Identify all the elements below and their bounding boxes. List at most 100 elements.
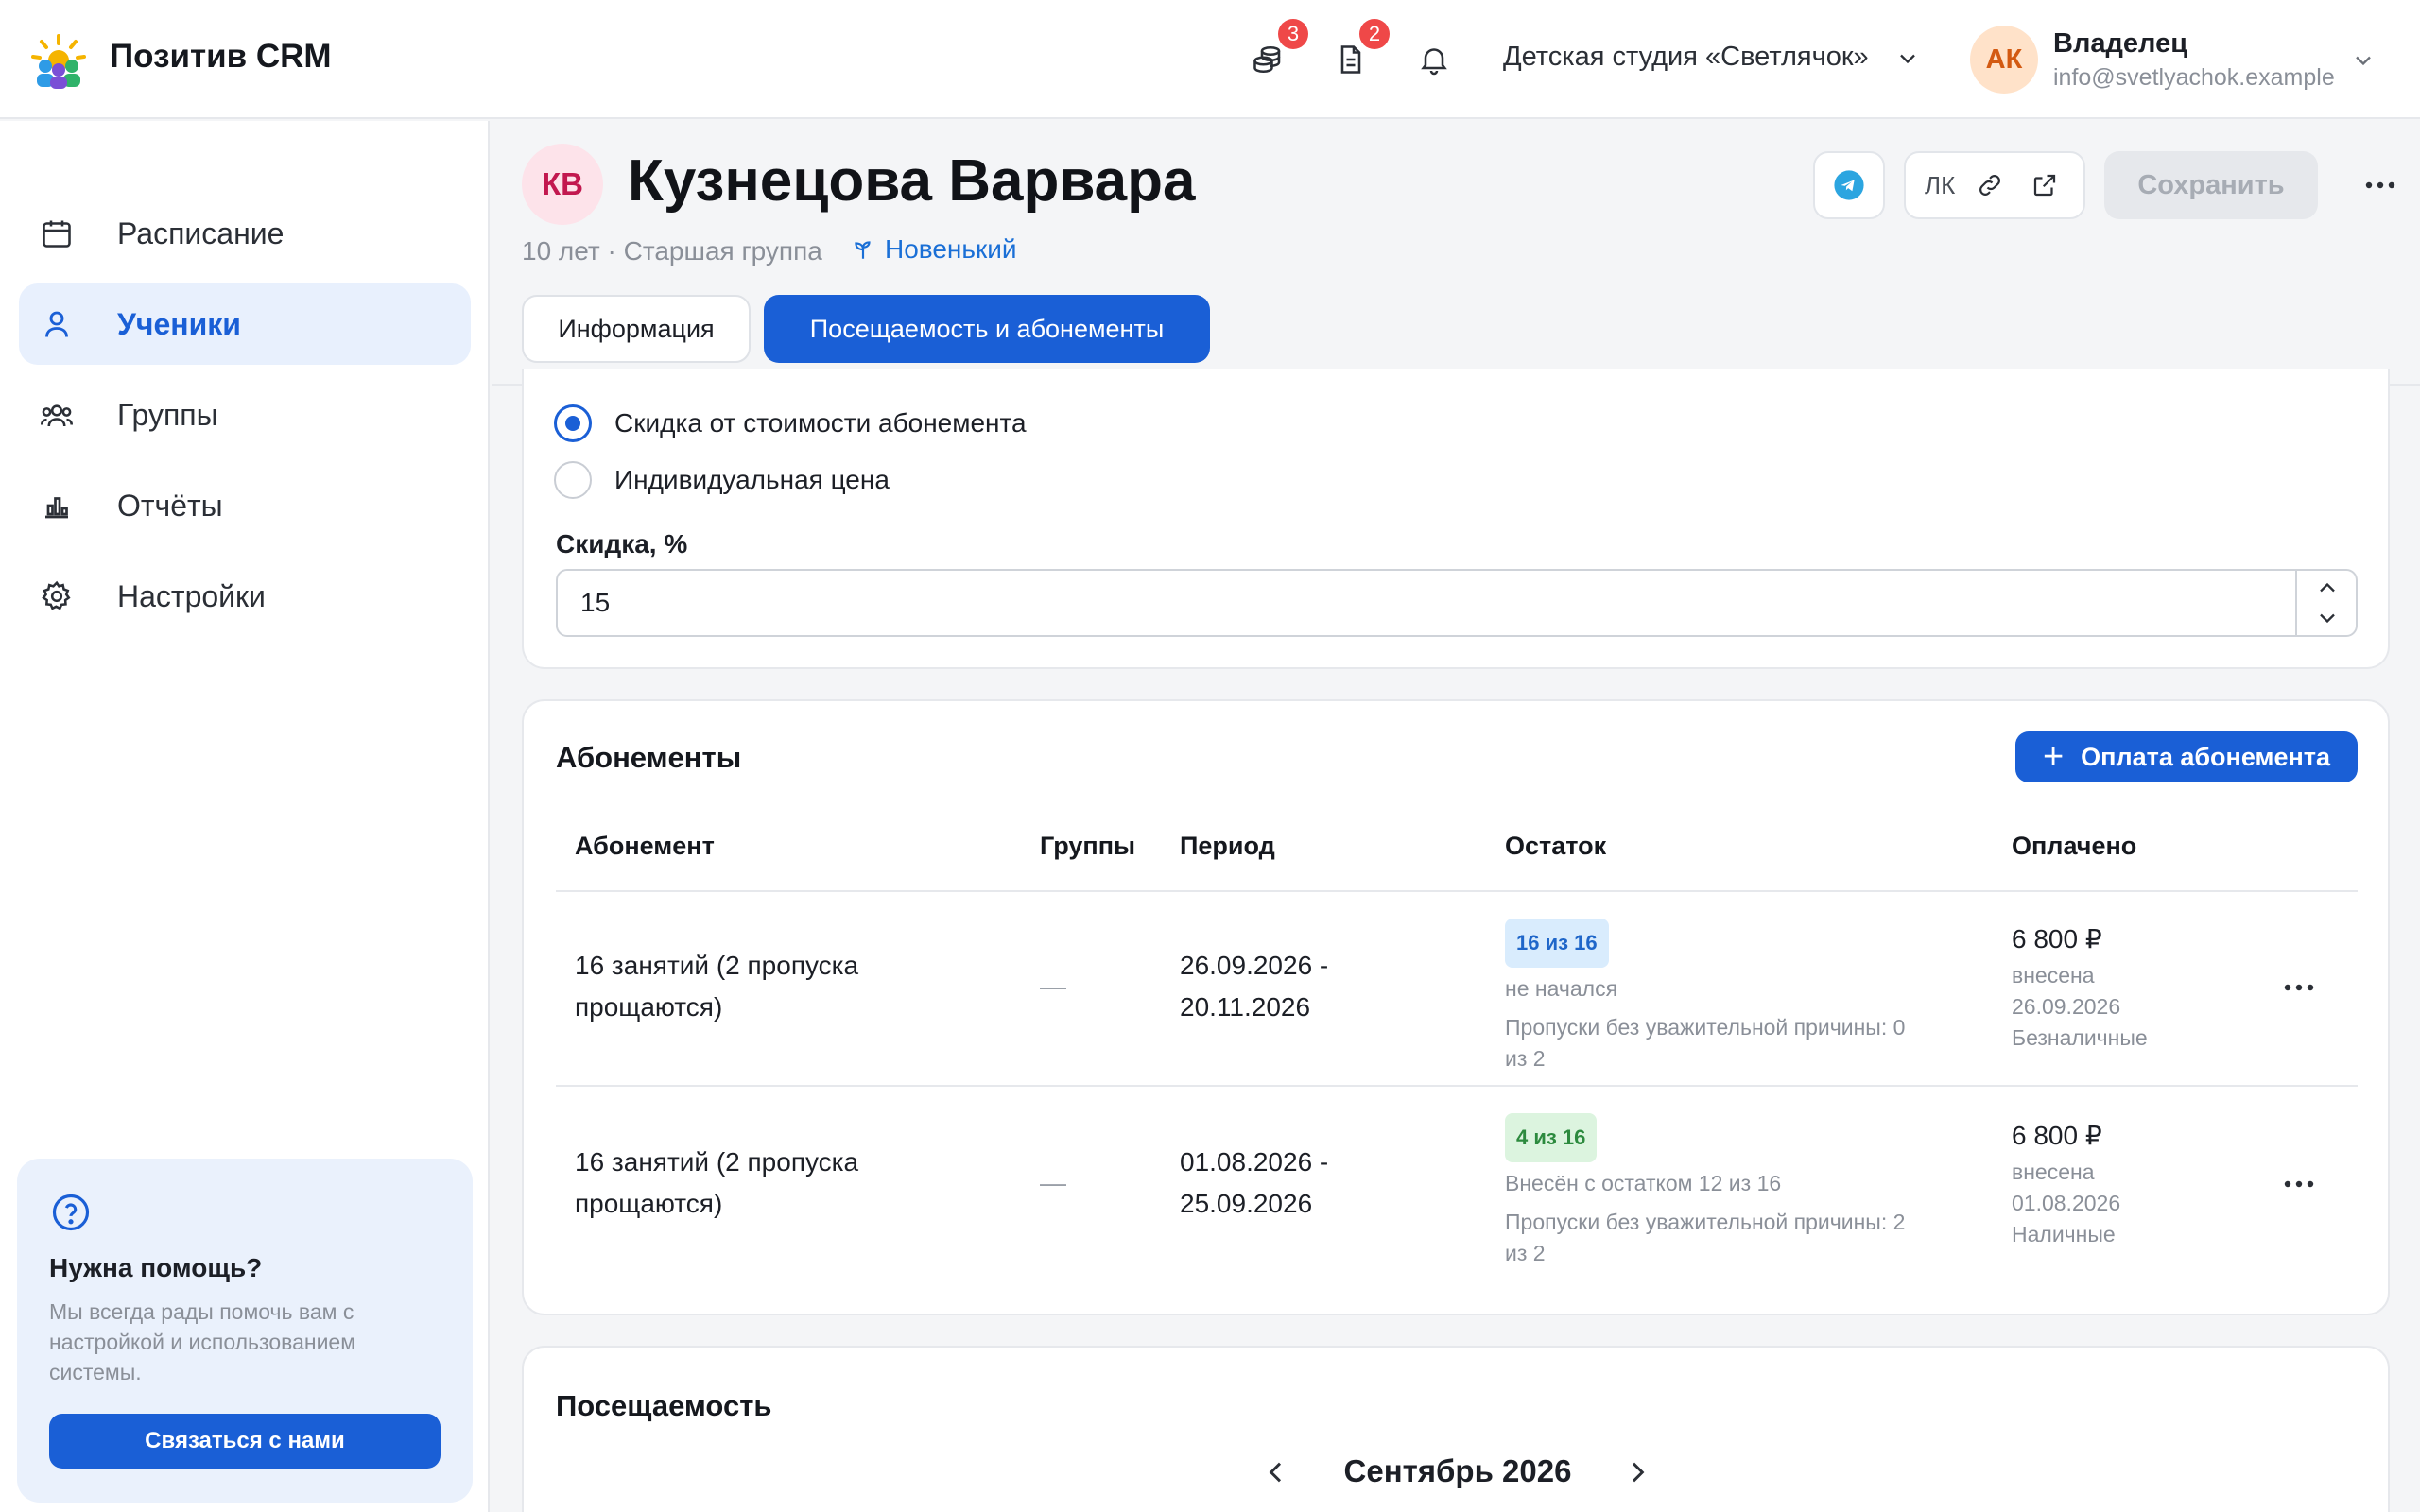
page-title: Кузнецова Варвара (628, 148, 1196, 214)
top-bar: Позитив CRM 3 2 Детская студия «Светлячо… (0, 0, 2420, 119)
attendance-title: Посещаемость (556, 1389, 772, 1422)
help-text: Мы всегда рады помочь вам с настройкой и… (49, 1299, 356, 1384)
brand-name: Позитив CRM (110, 38, 332, 75)
chart-icon (38, 487, 76, 524)
student-tag-label: Новенький (885, 234, 1017, 264)
documents-badge: 2 (1359, 19, 1390, 49)
subscription-groups: — (1040, 971, 1066, 1001)
logo-icon[interactable] (28, 32, 89, 89)
sidebar-item-students[interactable]: Ученики (19, 284, 471, 365)
notifications-button[interactable] (1414, 40, 1454, 79)
help-title: Нужна помощь? (49, 1253, 263, 1282)
sidebar-item-schedule[interactable]: Расписание (19, 193, 471, 274)
pay-subscription-label: Оплата абонемента (2081, 742, 2331, 771)
subscription-paid: 6 800 ₽ внесена 26.09.2026 Безналичные (2012, 919, 2148, 1054)
column-header: Оплачено (2012, 832, 2137, 860)
skips-info: Пропуски без уважительной причины: 0 из … (1505, 1015, 1906, 1071)
column-header: Группы (1040, 832, 1136, 860)
remaining-status: Внесён с остатком 12 из 16 (1505, 1171, 1782, 1195)
plus-icon: + (2042, 737, 2065, 777)
document-icon (1340, 45, 1361, 74)
chevron-up-icon[interactable] (2314, 575, 2341, 601)
column-header: Период (1180, 832, 1275, 860)
contact-us-button[interactable]: Связаться с нами (49, 1414, 441, 1469)
more-icon[interactable] (2361, 170, 2399, 200)
pay-subscription-button[interactable]: + Оплата абонемента (2015, 731, 2358, 782)
row-more-icon[interactable] (2280, 973, 2318, 1002)
telegram-button[interactable] (1813, 151, 1885, 219)
skips-info: Пропуски без уважительной причины: 2 из … (1505, 1210, 1906, 1265)
calendar-icon (38, 215, 76, 252)
student-tag[interactable]: Новенький (851, 234, 1017, 265)
remaining-badge: 4 из 16 (1505, 1113, 1598, 1162)
radio-individual-price[interactable] (554, 461, 592, 499)
attendance-card: Посещаемость Сентябрь 2026 (522, 1346, 2390, 1512)
next-month-icon[interactable] (1622, 1457, 1652, 1487)
subscription-period: 26.09.2026 - 20.11.2026 (1180, 951, 1329, 1022)
gear-icon (38, 577, 76, 615)
radio-individual-label: Индивидуальная цена (614, 465, 890, 494)
subscriptions-card: Абонементы + Оплата абонемента Абонемент… (522, 699, 2390, 1315)
link-icon[interactable] (1976, 171, 2004, 199)
sidebar-item-label: Группы (117, 397, 218, 432)
coins-icon (1253, 45, 1281, 74)
sidebar-item-groups[interactable]: Группы (19, 374, 471, 455)
radio-discount-label: Скидка от стоимости абонемента (614, 408, 1027, 438)
current-month: Сентябрь 2026 (1343, 1453, 1572, 1488)
discount-field-label: Скидка, % (556, 529, 688, 558)
subscription-remaining: 4 из 16 Внесён с остатком 12 из 16 Пропу… (1505, 1113, 1978, 1269)
users-icon (38, 396, 76, 434)
subscription-name: 16 занятий (2 пропуска прощаются) (575, 951, 859, 1022)
sprout-icon (855, 241, 871, 259)
sidebar-item-label: Настройки (117, 578, 266, 613)
sidebar-item-label: Отчёты (117, 488, 223, 523)
coins-badge: 3 (1278, 19, 1308, 49)
paid-amount: 6 800 ₽ (2012, 1121, 2102, 1150)
user-icon (38, 305, 76, 343)
question-icon (52, 1194, 90, 1231)
table-row[interactable]: 16 занятий (2 пропуска прощаются) — 01.0… (556, 1087, 2358, 1285)
parent-account-group: ЛК (1904, 151, 2085, 219)
parent-account-label: ЛК (1925, 170, 1956, 199)
subscription-groups: — (1040, 1168, 1066, 1197)
help-card: Нужна помощь? Мы всегда рады помочь вам … (17, 1159, 473, 1503)
sidebar-item-reports[interactable]: Отчёты (19, 465, 471, 546)
subscriptions-title: Абонементы (556, 741, 742, 774)
sidebar-item-settings[interactable]: Настройки (19, 556, 471, 637)
subscription-remaining: 16 из 16 не начался Пропуски без уважите… (1505, 919, 1978, 1074)
coins-button[interactable] (1248, 40, 1288, 79)
chevron-down-icon[interactable] (2350, 47, 2377, 74)
user-role: Владелец (2053, 28, 2188, 59)
table-row[interactable]: 16 занятий (2 пропуска прощаются) — 26.0… (556, 892, 2358, 1085)
discount-stepper[interactable] (2295, 571, 2356, 635)
remaining-badge: 16 из 16 (1505, 919, 1609, 968)
paid-amount: 6 800 ₽ (2012, 924, 2102, 954)
sidebar-item-label: Расписание (117, 215, 285, 250)
discount-input[interactable] (556, 569, 2358, 637)
row-more-icon[interactable] (2280, 1170, 2318, 1198)
bell-icon (1421, 48, 1447, 76)
radio-discount[interactable] (554, 404, 592, 442)
chevron-down-icon[interactable] (2314, 605, 2341, 631)
studio-selector[interactable]: Детская студия «Светлячок» (1503, 42, 1869, 73)
subscription-paid: 6 800 ₽ внесена 01.08.2026 Наличные (2012, 1115, 2120, 1250)
external-link-icon[interactable] (2031, 171, 2059, 199)
discount-card: Скидка от стоимости абонемента Индивидуа… (522, 369, 2390, 669)
student-avatar: КВ (522, 144, 603, 225)
sidebar-item-label: Ученики (117, 306, 241, 341)
user-avatar[interactable]: АК (1970, 26, 2038, 94)
tab-info[interactable]: Информация (522, 295, 751, 363)
chevron-down-icon[interactable] (1894, 45, 1921, 72)
save-button[interactable]: Сохранить (2104, 151, 2318, 219)
remaining-status: не начался (1505, 976, 1618, 1001)
column-header: Абонемент (575, 832, 715, 860)
sidebar: Расписание Ученики Группы Отчёты Настрой… (0, 121, 490, 1512)
student-header: КВ Кузнецова Варвара 10 лет · Старшая гр… (492, 121, 2420, 386)
tab-attendance[interactable]: Посещаемость и абонементы (764, 295, 1210, 363)
telegram-icon (1834, 170, 1864, 200)
subscription-period: 01.08.2026 - 25.09.2026 (1180, 1147, 1329, 1218)
column-header: Остаток (1505, 832, 1607, 860)
subscription-name: 16 занятий (2 пропуска прощаются) (575, 1147, 859, 1218)
user-email: info@svetlyachok.example (2053, 64, 2335, 91)
student-subtitle: 10 лет · Старшая группа (522, 236, 822, 266)
